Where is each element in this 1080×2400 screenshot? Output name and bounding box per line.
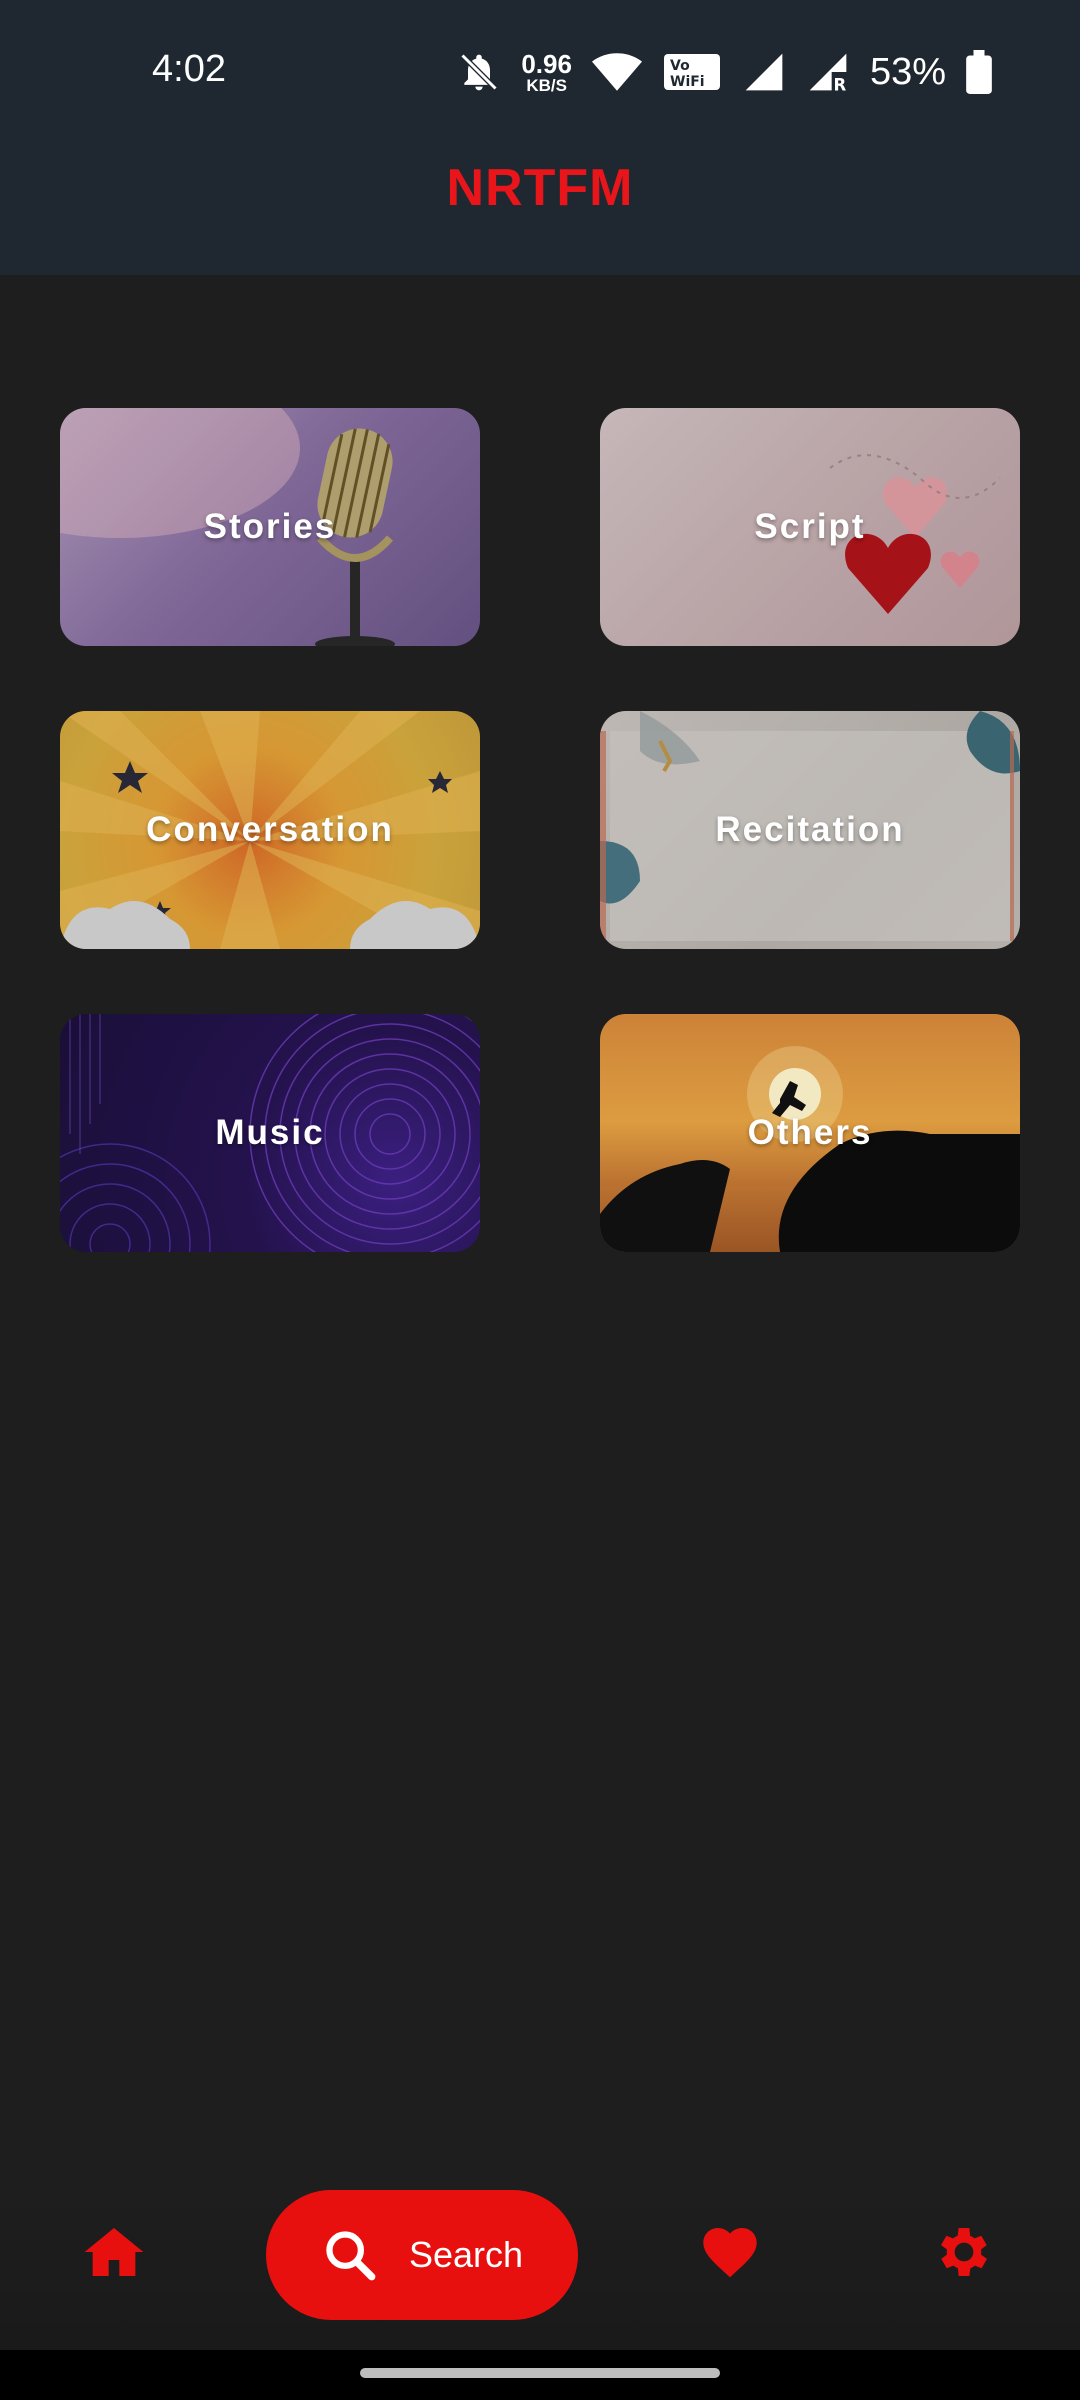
svg-text:WiFi: WiFi (670, 74, 705, 90)
category-card-script[interactable]: Script (600, 408, 1020, 646)
gear-icon[interactable] (932, 2220, 996, 2284)
wifi-icon (591, 53, 642, 91)
category-label: Others (747, 1113, 873, 1152)
search-button[interactable]: Search (266, 2190, 578, 2320)
app-title: NRTFM (446, 159, 634, 217)
network-speed: 0.96 KB/S (521, 48, 572, 95)
category-label: Conversation (146, 810, 394, 849)
category-card-stories[interactable]: Stories (60, 408, 480, 646)
category-card-others[interactable]: Others (600, 1014, 1020, 1252)
category-label: Recitation (715, 810, 905, 849)
bell-muted-icon (460, 53, 498, 91)
category-card-music[interactable]: Music (60, 1014, 480, 1252)
category-label: Music (215, 1113, 325, 1152)
signal-roaming-icon: R (809, 53, 846, 94)
svg-text:R: R (833, 75, 846, 94)
status-time: 4:02 (152, 48, 226, 90)
home-icon[interactable] (82, 2220, 146, 2284)
app-header: 4:02 0.96 KB/S Vo WiFi R 53% NRTFM (0, 0, 1080, 275)
search-icon (326, 2231, 376, 2281)
battery-icon (966, 50, 992, 94)
search-label: Search (408, 2234, 524, 2275)
svg-text:Vo: Vo (670, 58, 690, 74)
heart-icon[interactable] (698, 2220, 762, 2284)
category-card-recitation[interactable]: Recitation (600, 711, 1020, 949)
category-label: Stories (203, 507, 337, 546)
category-card-conversation[interactable]: Conversation (60, 711, 480, 949)
status-bar: 4:02 0.96 KB/S Vo WiFi R 53% (0, 0, 1080, 140)
signal-icon (745, 53, 783, 91)
gesture-handle[interactable] (360, 2368, 720, 2378)
vowifi-icon: Vo WiFi (663, 54, 720, 90)
category-label: Script (754, 507, 866, 546)
status-icons: 0.96 KB/S Vo WiFi R 53% (457, 44, 992, 100)
battery-percent: 53% (869, 50, 946, 93)
